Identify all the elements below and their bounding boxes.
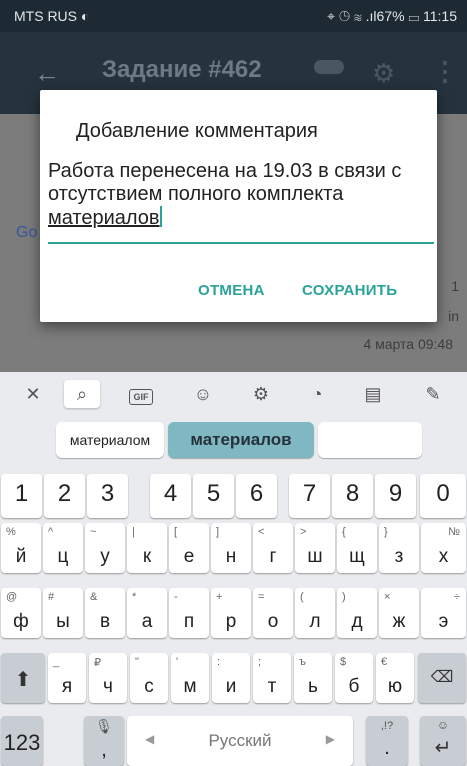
key-п[interactable]: -п (169, 588, 209, 638)
enter-arrow-icon: ↵ (434, 737, 452, 759)
text-cursor (159, 206, 162, 227)
comment-timestamp: 4 марта 09:48 (363, 336, 453, 352)
add-comment-dialog: Добавление комментария Работа перенесена… (40, 90, 437, 322)
key-ч[interactable]: ₽ ч (89, 653, 127, 703)
suggestion-2[interactable]: материалов (168, 422, 314, 458)
space-key[interactable]: ◀ Русский ▶ (127, 716, 353, 766)
key-0[interactable]: 0 (420, 474, 466, 518)
sticker-icon[interactable]: ☺ (188, 380, 218, 408)
shift-key[interactable]: ⬆ (1, 653, 45, 703)
key-8[interactable]: 8 (332, 474, 373, 518)
key-1[interactable]: 1 (1, 474, 42, 518)
key-р[interactable]: + р (211, 588, 251, 638)
key-б[interactable]: $ б (335, 653, 373, 703)
numbers-mode-key[interactable]: 123 (1, 716, 43, 766)
comment-text: Работа перенесена на 19.03 в связи с отс… (48, 160, 402, 205)
cloud-upload-icon[interactable] (314, 60, 344, 74)
key-с[interactable]: " с (130, 653, 168, 703)
key-ш[interactable]: > ш (295, 523, 335, 573)
suggestion-3[interactable] (318, 422, 422, 458)
key-6[interactable]: 6 (236, 474, 277, 518)
keyboard: ✕ ⌕ GIF ☺ ⚙ ◔ ▤ ✎ материалом материалов … (0, 372, 467, 766)
key-7[interactable]: 7 (289, 474, 330, 518)
key-ы[interactable]: # ы (43, 588, 83, 638)
carrier-label: MTS RUS ◐ (14, 8, 90, 24)
shift-arrow-icon: ⬆ (14, 669, 32, 691)
microphone-icon: 🎙 (95, 718, 113, 734)
content-fragment-2: in (448, 308, 459, 324)
theme-palette-icon[interactable]: ◔ (302, 380, 332, 408)
key-у[interactable]: ~ у (85, 523, 125, 573)
enter-key[interactable]: ☺ ↵ (420, 716, 466, 766)
cursor-right-icon[interactable]: ▶ (326, 732, 335, 746)
cancel-button[interactable]: ОТМЕНА (198, 282, 265, 299)
key-й[interactable]: % й (1, 523, 41, 573)
dialog-title: Добавление комментария (76, 120, 318, 142)
key-4[interactable]: 4 (150, 474, 191, 518)
period-key[interactable]: ,!?. (366, 716, 408, 766)
gear-icon[interactable]: ⚙ (372, 58, 395, 89)
comment-input[interactable]: Работа перенесена на 19.03 в связи с отс… (48, 160, 430, 230)
status-bar: MTS RUS ◐ ⌖ ◷ ≋ .ıl67% ▭ 11:15 (0, 0, 467, 32)
keyboard-toolbar: ✕ ⌕ GIF ☺ ⚙ ◔ ▤ ✎ (0, 372, 467, 416)
gif-icon[interactable]: GIF (126, 380, 156, 408)
key-щ[interactable]: {щ (337, 523, 377, 573)
key-я[interactable]: _ я (48, 653, 86, 703)
suggestion-1[interactable]: материалом (56, 422, 164, 458)
key-5[interactable]: 5 (193, 474, 234, 518)
key-м[interactable]: ' м (171, 653, 209, 703)
key-х[interactable]: № х (421, 523, 466, 573)
input-underline (48, 242, 434, 244)
key-ф[interactable]: @ ф (1, 588, 41, 638)
key-ц[interactable]: ^ ц (43, 523, 83, 573)
key-2[interactable]: 2 (44, 474, 85, 518)
key-е[interactable]: [е (169, 523, 209, 573)
key-ж[interactable]: × ж (379, 588, 419, 638)
comment-underlined-word: материалов (48, 207, 160, 229)
key-г[interactable]: < г (253, 523, 293, 573)
link-fragment: Go (16, 224, 38, 241)
page-title: Задание #462 (102, 56, 262, 83)
pin-icon[interactable]: ✎ (418, 380, 448, 408)
key-т[interactable]: ; т (253, 653, 291, 703)
key-н[interactable]: ] н (211, 523, 251, 573)
comma-mic-key[interactable]: 🎙, (84, 716, 124, 766)
key-и[interactable]: :и (212, 653, 250, 703)
emoji-icon: ☺ (436, 718, 450, 732)
settings-icon[interactable]: ⚙ (246, 380, 276, 408)
key-ю[interactable]: € ю (376, 653, 414, 703)
backspace-key[interactable]: ⌫ (418, 653, 466, 703)
key-э[interactable]: ÷ э (421, 588, 466, 638)
more-menu-icon[interactable]: ⋮ (432, 56, 458, 87)
key-ь[interactable]: ъь (294, 653, 332, 703)
key-д[interactable]: ) д (337, 588, 377, 638)
save-button[interactable]: СОХРАНИТЬ (302, 282, 397, 299)
key-з[interactable]: } з (379, 523, 419, 573)
content-fragment-1: 1 (451, 278, 459, 294)
key-а[interactable]: * а (127, 588, 167, 638)
key-в[interactable]: & в (85, 588, 125, 638)
back-arrow-icon[interactable]: ← (34, 58, 60, 89)
key-о[interactable]: = о (253, 588, 293, 638)
key-3[interactable]: 3 (87, 474, 128, 518)
key-к[interactable]: | к (127, 523, 167, 573)
clipboard-icon[interactable]: ▤ (358, 380, 388, 408)
key-л[interactable]: (л (295, 588, 335, 638)
key-9[interactable]: 9 (375, 474, 416, 518)
backspace-icon: ⌫ (430, 669, 454, 686)
close-icon[interactable]: ✕ (18, 380, 48, 408)
status-right: ⌖ ◷ ≋ .ıl67% ▭ 11:15 (327, 8, 457, 24)
search-icon[interactable]: ⌕ (64, 380, 100, 408)
